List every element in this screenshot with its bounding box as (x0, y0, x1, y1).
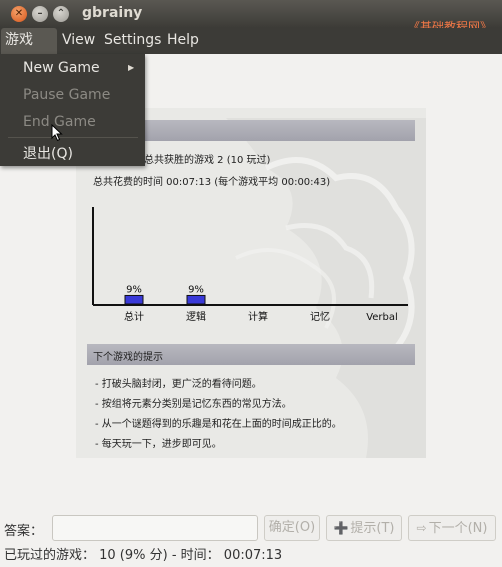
submenu-arrow-icon: ▶ (128, 63, 135, 72)
window-title: gbrainy (82, 5, 143, 21)
status-bar-text: 已玩过的游戏： 10 (9% 分) - 时间： 00:07:13 (4, 548, 283, 563)
tip-item: - 每天玩一下，进步即可见。 (95, 439, 222, 450)
ok-button-label: 确定(O) (268, 520, 316, 535)
maximize-window-button[interactable]: ⌃ (53, 6, 69, 22)
chart-data-label: 9% (126, 284, 142, 295)
chart-bar (124, 294, 144, 305)
ok-button[interactable]: 确定(O) (264, 515, 320, 541)
tip-item: - 打破头脑封闭，更广泛的看待问题。 (95, 379, 262, 390)
menu-separator (8, 137, 138, 138)
chart-category-label: 逻辑 (186, 310, 206, 323)
next-button-label: 下一个(N) (428, 521, 488, 536)
tips-header-band: 下个游戏的提示 (87, 344, 415, 365)
menu-item-new-game[interactable]: New Game (23, 60, 100, 76)
answer-input[interactable] (52, 515, 258, 541)
chart-category-label: 记忆 (310, 310, 330, 323)
chart-category-label: 计算 (248, 310, 268, 323)
tip-icon: ➕ (333, 521, 349, 535)
answer-label: 答案： (4, 524, 44, 539)
menu-item-quit[interactable]: 退出(Q) (23, 143, 73, 163)
minimize-window-button[interactable]: – (32, 6, 48, 22)
tip-button-label: 提示(T) (350, 521, 395, 536)
menu-bar: 游戏(G) View Settings Help (0, 28, 502, 72)
next-arrow-icon: ⇨ (416, 521, 427, 535)
time-spent-text: 总共花费的时间 00:07:13 (每个游戏平均 00:00:43) (93, 177, 331, 188)
games-won-text: 总共获胜的游戏 2 (10 玩过) (144, 155, 271, 166)
score-bar-chart: 9% 总计 9% 逻辑 计算 记忆 Verbal (92, 207, 408, 323)
tip-item: - 从一个谜题得到的乐趣是和花在上面的时间成正比的。 (95, 419, 342, 430)
tip-item: - 按组将元素分类别是记忆东西的常见方法。 (95, 399, 292, 410)
chart-bar (186, 294, 206, 305)
menu-game[interactable]: 游戏(G) (1, 28, 57, 72)
chart-category-label: Verbal (366, 312, 398, 323)
menu-view[interactable]: View (58, 28, 99, 54)
chart-data-label: 9% (188, 284, 204, 295)
game-menu-dropdown: New Game ▶ Pause Game End Game 退出(Q) (0, 54, 145, 166)
menu-help[interactable]: Help (163, 28, 203, 54)
menu-settings[interactable]: Settings (100, 28, 165, 54)
tips-header-label: 下个游戏的提示 (93, 352, 163, 363)
tip-button[interactable]: ➕ 提示(T) (326, 515, 402, 541)
mouse-cursor-icon (51, 124, 63, 142)
chart-category-label: 总计 (124, 310, 144, 323)
menu-item-pause-game[interactable]: Pause Game (23, 87, 110, 103)
next-button[interactable]: ⇨ 下一个(N) (408, 515, 496, 541)
close-window-button[interactable]: ✕ (11, 6, 27, 22)
title-bar: ✕ – ⌃ gbrainy 《基础教程网》 (0, 0, 502, 34)
